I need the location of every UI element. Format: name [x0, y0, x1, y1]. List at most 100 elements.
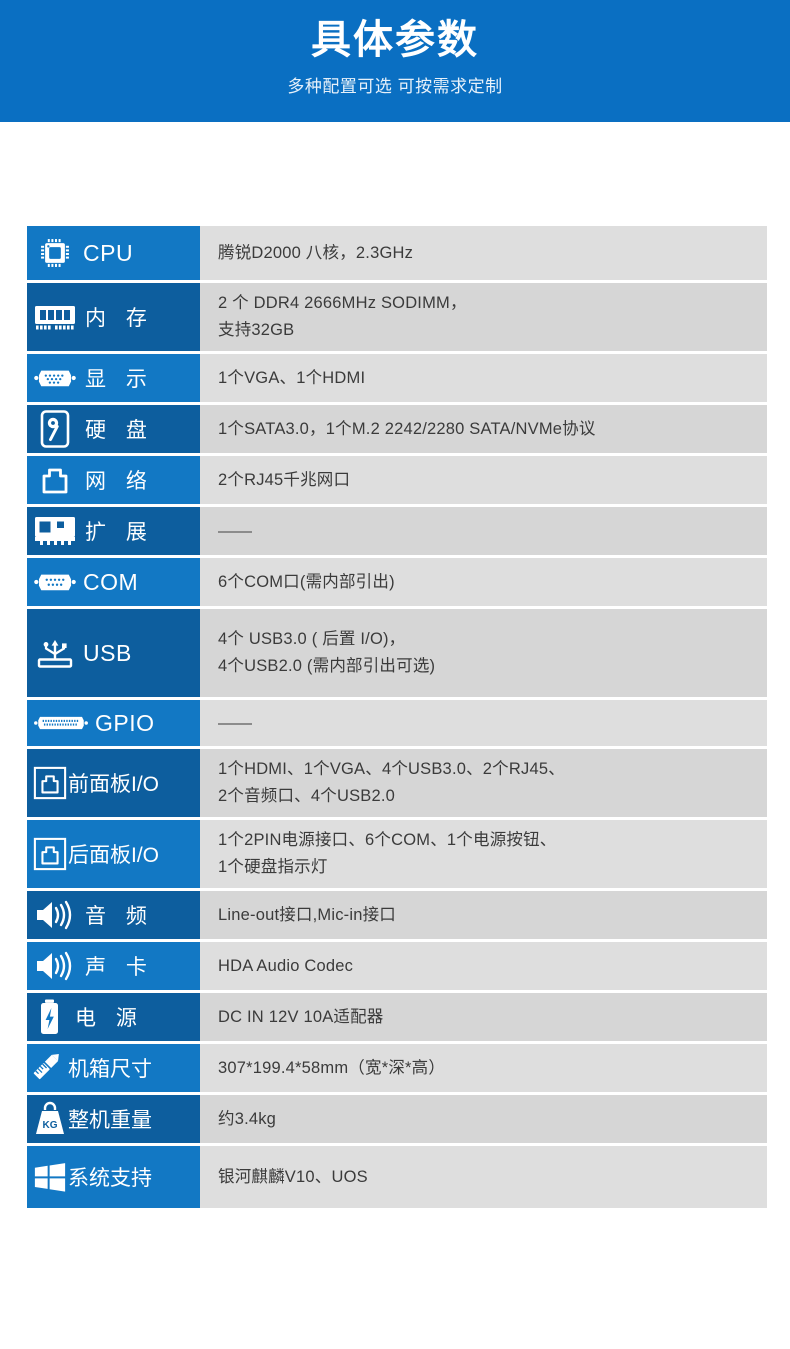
spec-label-cell: 前面板I/O	[27, 749, 200, 817]
spec-label-cell: 显 示	[27, 354, 200, 402]
page-header: 具体参数 多种配置可选 可按需求定制	[0, 0, 790, 122]
spec-value-cell	[200, 507, 767, 555]
spec-label-text: 整机重量	[68, 1109, 152, 1132]
spec-label-cell: KG 整机重量	[27, 1095, 200, 1143]
spec-label-inner: 前面板I/O	[33, 764, 194, 802]
spec-value-cell: 307*199.4*58mm（宽*深*高）	[200, 1044, 767, 1092]
spec-value-line: 307*199.4*58mm（宽*深*高）	[218, 1058, 446, 1077]
svg-text:KG: KG	[43, 1120, 58, 1131]
spec-value-cell: 1个2PIN电源接口、6个COM、1个电源按钮、 1个硬盘指示灯	[200, 820, 767, 888]
spec-value-line: 1个SATA3.0，1个M.2 2242/2280 SATA/NVMe协议	[218, 419, 596, 438]
spec-row: 音 频 Line-out接口,Mic-in接口	[27, 891, 767, 939]
empty-value-dash	[218, 723, 252, 725]
spec-label-text: 电 源	[75, 1007, 144, 1030]
spec-label-cell: 后面板I/O	[27, 820, 200, 888]
spec-value-line: 2个音频口、4个USB2.0	[218, 787, 396, 805]
spec-label-inner: GPIO	[33, 704, 194, 742]
speaker-soundcard-icon	[33, 947, 77, 985]
spec-label-text: 硬 盘	[85, 419, 154, 442]
spec-value-line: 1个HDMI、1个VGA、4个USB3.0、2个RJ45、	[218, 760, 565, 779]
spec-label-text: CPU	[83, 239, 134, 266]
spec-label-text: 声 卡	[85, 956, 154, 979]
spec-value-line: 腾锐D2000 八核，2.3GHz	[218, 243, 414, 262]
spec-label-inner: COM	[33, 563, 194, 601]
spec-label-cell: 系统支持	[27, 1146, 200, 1208]
spec-row: GPIO	[27, 700, 767, 746]
spec-label-inner: 机箱尺寸	[33, 1049, 194, 1087]
spec-label-cell: 网 络	[27, 456, 200, 504]
spec-value-line: HDA Audio Codec	[218, 956, 354, 975]
spec-value-line: 4个USB2.0 (需内部引出可选)	[218, 657, 436, 675]
page-subtitle: 多种配置可选 可按需求定制	[287, 77, 503, 96]
spec-label-text: 扩 展	[85, 521, 154, 544]
spec-row: 系统支持 银河麒麟V10、UOS	[27, 1146, 767, 1208]
spec-label-text: 系统支持	[68, 1167, 152, 1190]
spec-value-cell: 2个RJ45千兆网口	[200, 456, 767, 504]
spec-value-cell: 银河麒麟V10、UOS	[200, 1146, 767, 1208]
spec-value-line: 4个 USB3.0 ( 后置 I/O)，	[218, 630, 406, 649]
hard-disk-icon	[33, 410, 77, 448]
spec-value-cell: HDA Audio Codec	[200, 942, 767, 990]
spec-label-text: 显 示	[85, 368, 154, 391]
spec-value-line: DC IN 12V 10A适配器	[218, 1007, 384, 1026]
spec-label-text: COM	[83, 568, 139, 595]
spec-label-inner: 硬 盘	[33, 410, 194, 448]
spec-value-line: 银河麒麟V10、UOS	[218, 1167, 368, 1186]
spec-value-line: 6个COM口(需内部引出)	[218, 572, 395, 591]
empty-value-dash	[218, 531, 252, 533]
spec-label-text: 后面板I/O	[68, 844, 160, 867]
spec-label-text: 前面板I/O	[68, 773, 160, 796]
spec-value-cell: 腾锐D2000 八核，2.3GHz	[200, 226, 767, 280]
spec-row: 扩 展	[27, 507, 767, 555]
spec-value-line: 1个2PIN电源接口、6个COM、1个电源按钮、	[218, 831, 557, 850]
spec-value-line: 2 个 DDR4 2666MHz SODIMM，	[218, 294, 467, 313]
spec-value-line: 支持32GB	[218, 321, 295, 339]
spec-value-line: 1个VGA、1个HDMI	[218, 368, 366, 387]
spec-label-cell: GPIO	[27, 700, 200, 746]
spec-label-cell: USB	[27, 609, 200, 697]
vga-port-icon	[33, 359, 77, 397]
spec-label-text: 音 频	[85, 905, 154, 928]
spec-label-inner: KG 整机重量	[33, 1100, 194, 1138]
expansion-card-icon	[33, 512, 77, 550]
spec-label-inner: 内 存	[33, 298, 194, 336]
spec-label-cell: 声 卡	[27, 942, 200, 990]
spec-label-inner: 网 络	[33, 461, 194, 499]
spec-label-inner: 系统支持	[33, 1158, 194, 1196]
spec-row: 内 存 2 个 DDR4 2666MHz SODIMM， 支持32GB	[27, 283, 767, 351]
com-serial-port-icon	[33, 563, 77, 601]
spec-sheet-page: 具体参数 多种配置可选 可按需求定制 CPU 腾锐D2000 八核，2.3GHz 内…	[0, 0, 790, 1349]
spec-value-cell: 1个HDMI、1个VGA、4个USB3.0、2个RJ45、 2个音频口、4个USB…	[200, 749, 767, 817]
spec-row: 后面板I/O 1个2PIN电源接口、6个COM、1个电源按钮、 1个硬盘指示灯	[27, 820, 767, 888]
rear-panel-io-icon	[33, 835, 67, 873]
spec-row: 电 源 DC IN 12V 10A适配器	[27, 993, 767, 1041]
memory-module-icon	[33, 298, 77, 336]
spec-row: 前面板I/O 1个HDMI、1个VGA、4个USB3.0、2个RJ45、 2个音频口…	[27, 749, 767, 817]
speaker-audio-icon	[33, 896, 77, 934]
spec-table: CPU 腾锐D2000 八核，2.3GHz 内 存 2 个 DDR4 2666MHz …	[27, 226, 767, 1211]
spec-label-text: 机箱尺寸	[68, 1058, 152, 1081]
spec-label-cell: 内 存	[27, 283, 200, 351]
spec-label-text: USB	[83, 639, 132, 666]
spec-label-inner: 声 卡	[33, 947, 194, 985]
rj45-network-icon	[33, 461, 77, 499]
spec-label-inner: 后面板I/O	[33, 835, 194, 873]
spec-value-line: Line-out接口,Mic-in接口	[218, 905, 397, 924]
spec-label-cell: 音 频	[27, 891, 200, 939]
spec-value-line: 2个RJ45千兆网口	[218, 470, 351, 489]
ruler-pencil-icon	[33, 1049, 67, 1087]
spec-row: 机箱尺寸 307*199.4*58mm（宽*深*高）	[27, 1044, 767, 1092]
spec-value-cell: 1个VGA、1个HDMI	[200, 354, 767, 402]
weight-kg-icon: KG	[33, 1100, 67, 1138]
spec-value-cell: 1个SATA3.0，1个M.2 2242/2280 SATA/NVMe协议	[200, 405, 767, 453]
spec-row: 显 示 1个VGA、1个HDMI	[27, 354, 767, 402]
front-panel-io-icon	[33, 764, 67, 802]
spec-row: 网 络 2个RJ45千兆网口	[27, 456, 767, 504]
spec-label-inner: 音 频	[33, 896, 194, 934]
spec-label-cell: COM	[27, 558, 200, 606]
spec-row: USB 4个 USB3.0 ( 后置 I/O)， 4个USB2.0 (需内部引出可选…	[27, 609, 767, 697]
spec-value-cell: DC IN 12V 10A适配器	[200, 993, 767, 1041]
spec-value-line: 1个硬盘指示灯	[218, 858, 328, 876]
spec-row: KG 整机重量 约3.4kg	[27, 1095, 767, 1143]
spec-label-text: GPIO	[95, 709, 155, 736]
